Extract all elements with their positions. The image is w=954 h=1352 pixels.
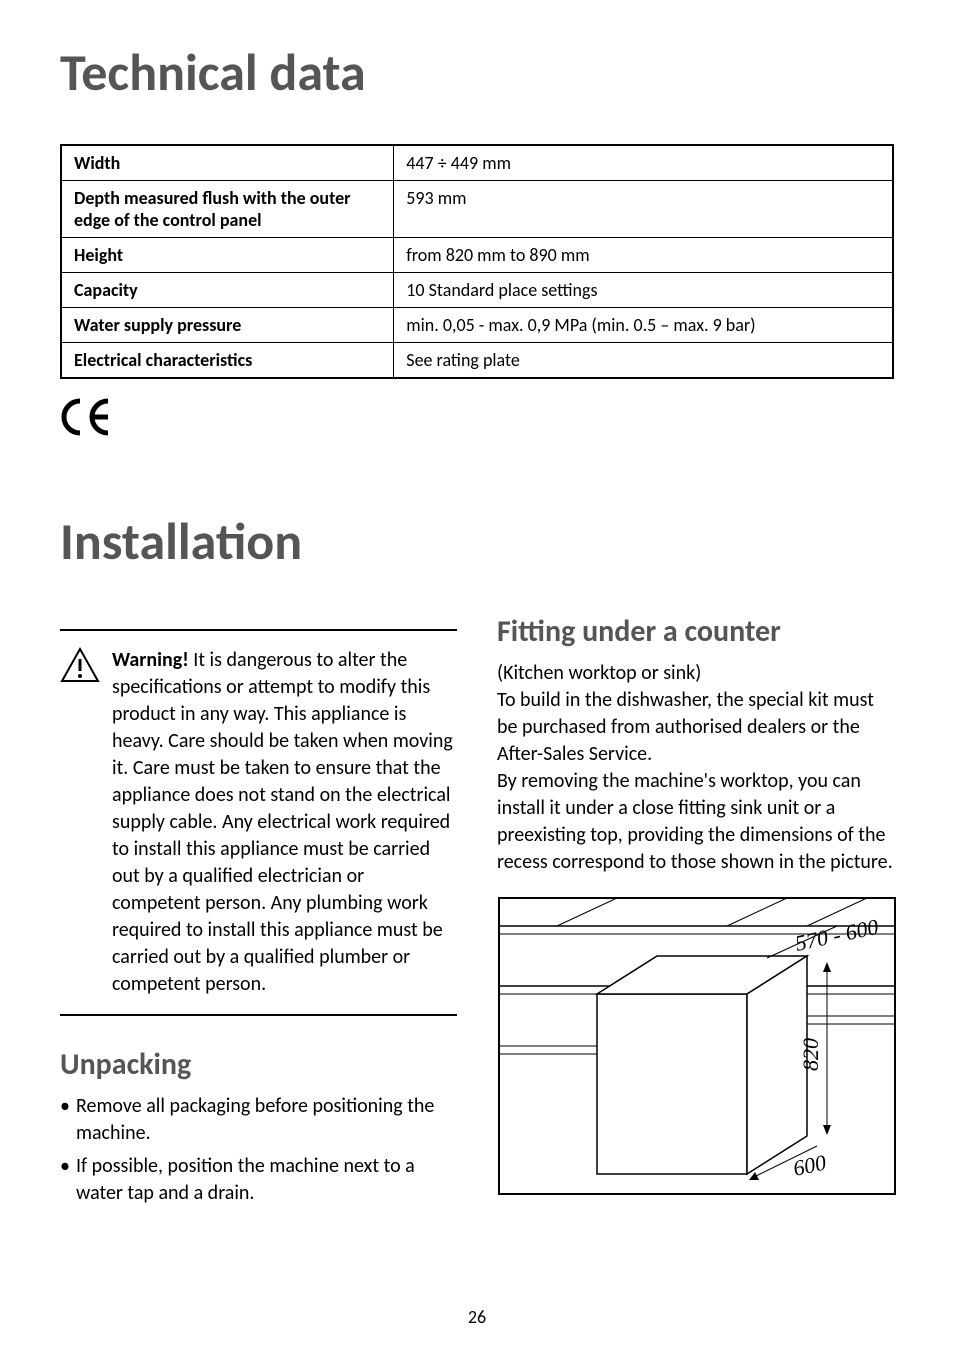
- left-column: Warning! It is dangerous to alter the sp…: [60, 613, 457, 1213]
- spec-label: Height: [61, 238, 394, 273]
- table-row: Height from 820 mm to 890 mm: [61, 238, 893, 273]
- installation-diagram: 570 - 600 820 600: [497, 896, 894, 1201]
- spec-value: 10 Standard place settings: [394, 273, 893, 308]
- spec-value: 447 ÷ 449 mm: [394, 145, 893, 181]
- spec-label: Depth measured flush with the outer edge…: [61, 181, 394, 238]
- technical-data-table: Width 447 ÷ 449 mm Depth measured flush …: [60, 144, 894, 379]
- table-row: Width 447 ÷ 449 mm: [61, 145, 893, 181]
- spec-label: Electrical characteristics: [61, 343, 394, 379]
- heading-installation: Installation: [60, 509, 894, 573]
- warning-text: Warning! It is dangerous to alter the sp…: [112, 647, 457, 998]
- heading-fitting: Fitting under a counter: [497, 613, 894, 650]
- dim-height-label: 820: [798, 1038, 823, 1071]
- fitting-subtitle: (Kitchen worktop or sink): [497, 660, 894, 687]
- fitting-para: By removing the machine's worktop, you c…: [497, 768, 894, 876]
- dim-width-label: 600: [791, 1150, 828, 1181]
- page-number: 26: [0, 1306, 954, 1328]
- list-item: Remove all packaging before positioning …: [60, 1093, 457, 1147]
- unpacking-list: Remove all packaging before positioning …: [60, 1093, 457, 1207]
- warning-icon: [60, 647, 100, 998]
- dim-depth-label: 570 - 600: [793, 914, 881, 956]
- divider: [60, 629, 457, 631]
- spec-value: from 820 mm to 890 mm: [394, 238, 893, 273]
- spec-label: Capacity: [61, 273, 394, 308]
- heading-technical-data: Technical data: [60, 40, 894, 104]
- spec-label: Width: [61, 145, 394, 181]
- divider: [60, 1014, 457, 1016]
- table-row: Capacity 10 Standard place settings: [61, 273, 893, 308]
- table-row: Electrical characteristics See rating pl…: [61, 343, 893, 379]
- table-row: Water supply pressure min. 0,05 - max. 0…: [61, 308, 893, 343]
- heading-unpacking: Unpacking: [60, 1046, 457, 1083]
- warning-label: Warning!: [112, 648, 189, 672]
- ce-mark-icon: [60, 397, 894, 449]
- list-item: If possible, position the machine next t…: [60, 1153, 457, 1207]
- spec-value: min. 0,05 - max. 0,9 MPa (min. 0.5 – max…: [394, 308, 893, 343]
- spec-value: 593 mm: [394, 181, 893, 238]
- right-column: Fitting under a counter (Kitchen worktop…: [497, 613, 894, 1213]
- fitting-para: To build in the dishwasher, the special …: [497, 687, 894, 768]
- spec-label: Water supply pressure: [61, 308, 394, 343]
- warning-body: It is dangerous to alter the specificati…: [112, 648, 453, 996]
- warning-block: Warning! It is dangerous to alter the sp…: [60, 647, 457, 998]
- spec-value: See rating plate: [394, 343, 893, 379]
- table-row: Depth measured flush with the outer edge…: [61, 181, 893, 238]
